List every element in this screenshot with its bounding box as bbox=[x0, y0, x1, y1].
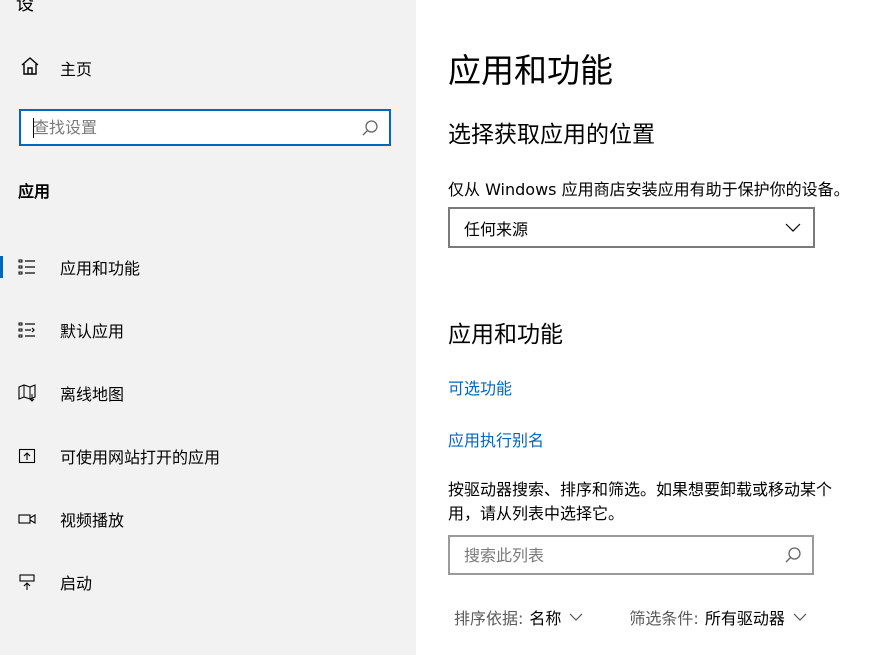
apps-for-websites-icon bbox=[18, 447, 40, 465]
sidebar-item-apps-features[interactable]: 应用和功能 bbox=[0, 247, 416, 287]
app-list-search-box[interactable] bbox=[448, 535, 814, 575]
search-sort-filter-description: 按驱动器搜索、排序和筛选。如果想要卸载或移动某个 用，请从列表中选择它。 bbox=[448, 478, 889, 526]
home-label: 主页 bbox=[60, 60, 93, 79]
text-caret bbox=[33, 118, 34, 138]
app-execution-alias-link[interactable]: 应用执行别名 bbox=[448, 427, 544, 451]
install-source-dropdown[interactable]: 任何来源 bbox=[448, 207, 815, 248]
install-source-selected: 任何来源 bbox=[464, 219, 529, 239]
offline-maps-icon bbox=[18, 384, 40, 402]
install-location-heading: 选择获取应用的位置 bbox=[448, 122, 655, 148]
sidebar-item-label: 默认应用 bbox=[60, 322, 125, 341]
chevron-down-icon bbox=[793, 613, 807, 622]
description-line-2: 用，请从列表中选择它。 bbox=[448, 504, 625, 523]
main-content: 应用和功能 选择获取应用的位置 仅从 Windows 应用商店安装应用有助于保护… bbox=[448, 0, 889, 655]
settings-search-box[interactable] bbox=[19, 109, 391, 146]
filter-by-label: 筛选条件: bbox=[629, 609, 699, 628]
chevron-down-icon bbox=[785, 223, 801, 233]
sort-by-label: 排序依据: bbox=[454, 609, 524, 628]
chevron-down-icon bbox=[569, 613, 583, 622]
sidebar-item-label: 离线地图 bbox=[60, 385, 125, 404]
sidebar-item-apps-for-websites[interactable]: 可使用网站打开的应用 bbox=[0, 436, 416, 476]
startup-icon bbox=[18, 573, 40, 591]
sort-by-value: 名称 bbox=[529, 609, 562, 628]
apps-features-icon bbox=[18, 258, 40, 276]
sidebar-item-label: 可使用网站打开的应用 bbox=[60, 448, 221, 467]
sort-filter-row: 排序依据: 名称 筛选条件: 所有驱动器 bbox=[454, 605, 807, 629]
section-label-apps: 应用 bbox=[18, 182, 51, 201]
description-line-1: 按驱动器搜索、排序和筛选。如果想要卸载或移动某个 bbox=[448, 480, 833, 499]
sidebar-item-offline-maps[interactable]: 离线地图 bbox=[0, 373, 416, 413]
sidebar-item-label: 启动 bbox=[60, 574, 93, 593]
video-playback-icon bbox=[18, 510, 40, 528]
search-icon[interactable] bbox=[784, 546, 802, 564]
apps-features-heading: 应用和功能 bbox=[448, 322, 563, 348]
sidebar-item-label: 视频播放 bbox=[60, 511, 125, 530]
optional-features-link[interactable]: 可选功能 bbox=[448, 375, 512, 399]
home-icon bbox=[20, 56, 60, 80]
sort-by-dropdown[interactable]: 排序依据: 名称 bbox=[454, 605, 583, 629]
sidebar-item-video-playback[interactable]: 视频播放 bbox=[0, 499, 416, 539]
app-list-search-input[interactable] bbox=[450, 539, 784, 571]
filter-by-dropdown[interactable]: 筛选条件: 所有驱动器 bbox=[629, 605, 807, 629]
settings-search-input[interactable] bbox=[21, 112, 359, 143]
sidebar: 设 主页 应用 bbox=[0, 0, 416, 655]
home-nav-item[interactable]: 主页 bbox=[20, 55, 92, 81]
window-title: 设 bbox=[16, 0, 34, 15]
install-location-description: 仅从 Windows 应用商店安装应用有助于保护你的设备。 bbox=[448, 180, 850, 199]
default-apps-icon bbox=[18, 321, 40, 339]
search-icon[interactable] bbox=[359, 119, 381, 137]
sidebar-item-startup[interactable]: 启动 bbox=[0, 562, 416, 602]
filter-by-value: 所有驱动器 bbox=[704, 609, 785, 628]
page-title: 应用和功能 bbox=[448, 51, 613, 90]
sidebar-item-label: 应用和功能 bbox=[60, 259, 141, 278]
sidebar-item-default-apps[interactable]: 默认应用 bbox=[0, 310, 416, 350]
settings-window: 设 主页 应用 bbox=[0, 0, 889, 655]
